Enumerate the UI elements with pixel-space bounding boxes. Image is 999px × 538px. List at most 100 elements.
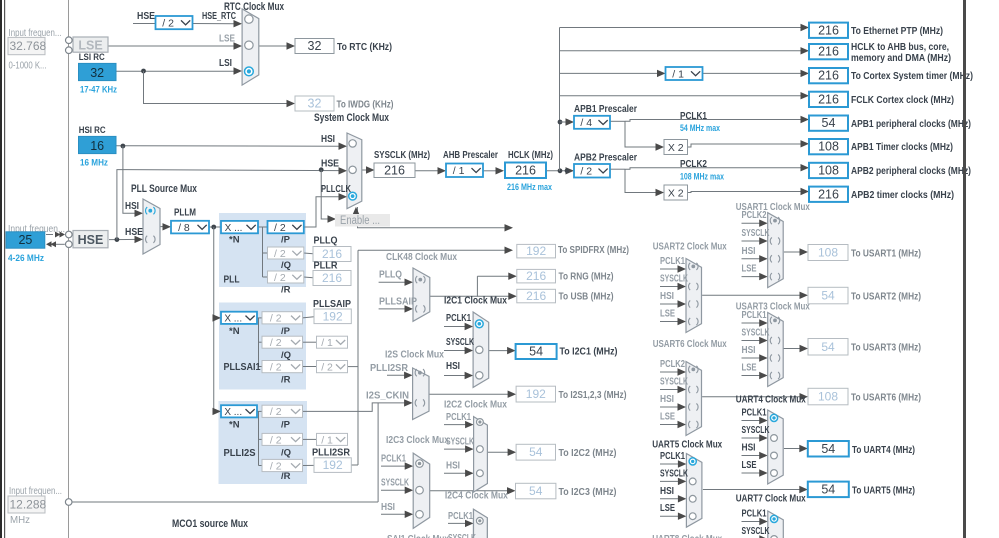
svg-text:108: 108 [818,140,839,154]
svg-text:54: 54 [529,445,543,459]
svg-text:X ...: X ... [224,407,242,418]
svg-text:To I2C2 (MHz): To I2C2 (MHz) [559,447,617,459]
svg-text:To UART5 (MHz): To UART5 (MHz) [852,484,915,496]
svg-text:To I2S1,2,3 (MHz): To I2S1,2,3 (MHz) [559,389,627,401]
svg-text:APB2 timer clocks (MHz): APB2 timer clocks (MHz) [851,189,954,201]
svg-text:/ 1: / 1 [321,337,333,349]
svg-text:X 2: X 2 [668,188,684,200]
svg-text:MCO1 source Mux: MCO1 source Mux [172,518,249,530]
svg-text:HSI: HSI [446,461,460,472]
svg-text:To Cortex System timer (MHz): To Cortex System timer (MHz) [851,70,973,82]
svg-text:216 MHz max: 216 MHz max [507,182,553,193]
svg-text:216: 216 [322,271,342,285]
svg-text:HSI: HSI [742,246,756,257]
svg-text:PCLK1: PCLK1 [660,451,685,462]
svg-text:To RTC (KHz): To RTC (KHz) [337,41,392,53]
svg-text:PCLK1: PCLK1 [446,313,471,324]
svg-text:PCLK1: PCLK1 [742,509,767,520]
svg-text:PCLK1: PCLK1 [448,511,473,522]
svg-text:32: 32 [308,39,322,53]
svg-text:To I2C1 (MHz): To I2C1 (MHz) [560,346,618,358]
svg-text:LSI RC: LSI RC [79,52,105,63]
svg-text:HSI: HSI [742,443,756,454]
svg-text:/ 8: / 8 [178,222,190,234]
svg-text:SYSCLK (MHz): SYSCLK (MHz) [374,150,430,161]
svg-text:To UART4 (MHz): To UART4 (MHz) [852,444,915,456]
svg-text:SYSCLK: SYSCLK [742,328,771,339]
svg-text:LSE: LSE [78,38,102,52]
svg-text:APB2 peripheral clocks (MHz): APB2 peripheral clocks (MHz) [851,165,971,177]
svg-text:SAI1 Clock Mux: SAI1 Clock Mux [387,533,449,538]
svg-text:SYSCLK: SYSCLK [742,228,771,239]
svg-text:/ 2: / 2 [580,166,592,178]
svg-text:216: 216 [818,45,839,59]
svg-text:PLLI2S: PLLI2S [224,448,256,459]
svg-text:I2C1 Clock Mux: I2C1 Clock Mux [444,295,507,307]
svg-text:216: 216 [818,69,839,83]
svg-text:SYSCLK: SYSCLK [446,337,475,348]
svg-text:/Q: /Q [281,447,291,458]
svg-text:32.768: 32.768 [10,39,47,53]
svg-text:12.288: 12.288 [10,498,47,512]
svg-text:PLLR: PLLR [314,260,339,271]
svg-text:/ 2: / 2 [321,362,333,374]
svg-text:PLL Source Mux: PLL Source Mux [131,183,198,195]
svg-text:To I2C3 (MHz): To I2C3 (MHz) [559,486,617,498]
svg-text:To RNG (MHz): To RNG (MHz) [559,271,614,283]
svg-text:4-26 MHz: 4-26 MHz [8,253,44,264]
svg-text:108: 108 [818,390,838,404]
svg-text:32: 32 [90,66,104,80]
svg-text:216: 216 [818,187,839,201]
svg-text:X ...: X ... [225,223,243,234]
svg-text:PLLQ: PLLQ [314,236,338,247]
svg-text:LSE: LSE [742,264,757,275]
svg-text:USART2 Clock Mux: USART2 Clock Mux [653,241,727,253]
svg-text:I2C3 Clock Mux: I2C3 Clock Mux [386,434,449,446]
svg-text:APB1 peripheral clocks (MHz): APB1 peripheral clocks (MHz) [851,118,971,130]
svg-text:/ 2: / 2 [274,272,286,284]
svg-text:/P: /P [281,326,291,337]
svg-text:/Q: /Q [281,350,291,361]
svg-text:54: 54 [822,116,836,130]
svg-text:/ 2: / 2 [270,313,282,325]
svg-text:54: 54 [821,482,835,496]
svg-text:PCLK1: PCLK1 [660,256,685,267]
svg-text:I2S_CKIN: I2S_CKIN [366,390,409,401]
svg-text:HSE: HSE [137,11,155,22]
svg-text:I2S Clock Mux: I2S Clock Mux [385,349,444,361]
svg-text:192: 192 [526,387,546,401]
svg-text:MHz: MHz [10,515,30,526]
svg-text:To Ethernet PTP (MHz): To Ethernet PTP (MHz) [851,25,943,37]
svg-text:/ 1: / 1 [453,165,465,177]
svg-text:SYSCLK: SYSCLK [448,533,477,538]
svg-text:HSI: HSI [381,502,395,513]
svg-text:PCLK2: PCLK2 [680,159,707,170]
svg-text:PCLK1: PCLK1 [381,454,406,465]
svg-text:16 MHz: 16 MHz [80,157,108,168]
svg-text:To USART2 (MHz): To USART2 (MHz) [851,290,921,302]
svg-text:LSE: LSE [660,503,675,514]
svg-text:192: 192 [526,244,546,258]
svg-text:X 2: X 2 [668,142,684,154]
svg-text:CLK48 Clock Mux: CLK48 Clock Mux [386,251,457,263]
svg-text:16: 16 [90,139,104,153]
svg-text:HSI RC: HSI RC [79,125,106,136]
svg-text:216: 216 [384,163,405,177]
svg-text:*N: *N [229,326,240,337]
svg-text:HCLK (MHz): HCLK (MHz) [508,150,553,161]
svg-text:UART5 Clock Mux: UART5 Clock Mux [652,439,722,451]
svg-text:PLLQ: PLLQ [379,270,402,281]
svg-text:LSE: LSE [742,460,757,471]
svg-text:216: 216 [515,163,536,177]
svg-text:FCLK Cortex clock (MHz): FCLK Cortex clock (MHz) [851,94,954,106]
svg-text:I2C4 Clock Mux: I2C4 Clock Mux [445,490,508,502]
svg-text:/ 2: / 2 [162,18,174,30]
svg-text:To IWDG (KHz): To IWDG (KHz) [337,99,394,111]
svg-text:216: 216 [526,289,546,303]
svg-text:PCLK1: PCLK1 [742,310,767,321]
svg-text:54: 54 [821,442,835,456]
svg-text:/R: /R [281,471,291,482]
svg-text:54: 54 [821,340,835,354]
svg-text:/R: /R [281,284,291,295]
svg-text:17-47 KHz: 17-47 KHz [80,85,117,96]
